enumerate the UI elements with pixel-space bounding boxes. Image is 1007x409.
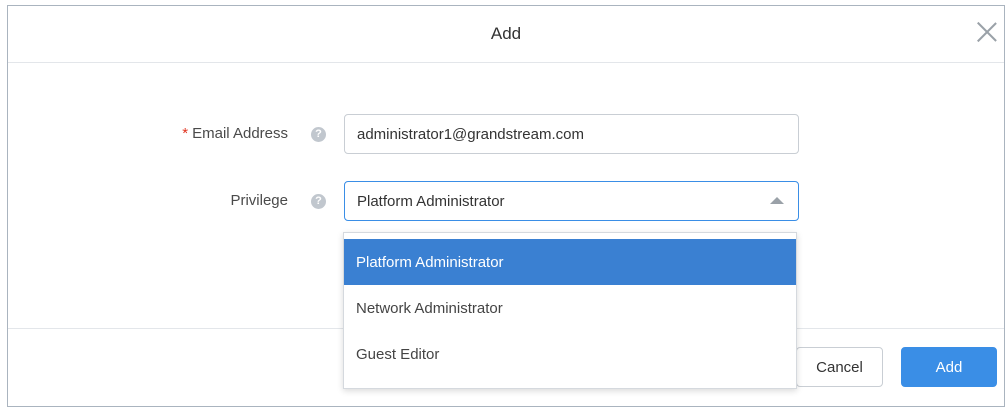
dialog-header: Add (8, 6, 1004, 63)
option-network-administrator[interactable]: Network Administrator (344, 285, 796, 331)
option-guest-editor[interactable]: Guest Editor (344, 331, 796, 377)
email-field[interactable]: administrator1@grandstream.com (344, 114, 799, 154)
email-label: * Email Address (182, 125, 288, 142)
add-button[interactable]: Add (901, 347, 997, 387)
privilege-row: Privilege ? Platform Administrator (8, 181, 1004, 223)
privilege-label: Privilege (230, 192, 288, 209)
help-icon[interactable]: ? (311, 194, 326, 209)
dialog-title: Add (490, 24, 522, 43)
help-icon[interactable]: ? (311, 127, 326, 142)
email-row: * Email Address ? administrator1@grandstr… (8, 114, 1004, 156)
close-icon[interactable] (976, 21, 998, 43)
privilege-value: Platform Administrator (357, 192, 505, 210)
option-platform-administrator[interactable]: Platform Administrator (344, 239, 796, 285)
caret-up-icon (770, 197, 784, 204)
email-value: administrator1@grandstream.com (357, 125, 584, 143)
required-mark: * (182, 125, 189, 142)
privilege-dropdown: Platform Administrator Network Administr… (343, 232, 797, 389)
email-label-text: Email Address (192, 125, 288, 142)
cancel-button[interactable]: Cancel (796, 347, 883, 387)
privilege-select[interactable]: Platform Administrator (344, 181, 799, 221)
